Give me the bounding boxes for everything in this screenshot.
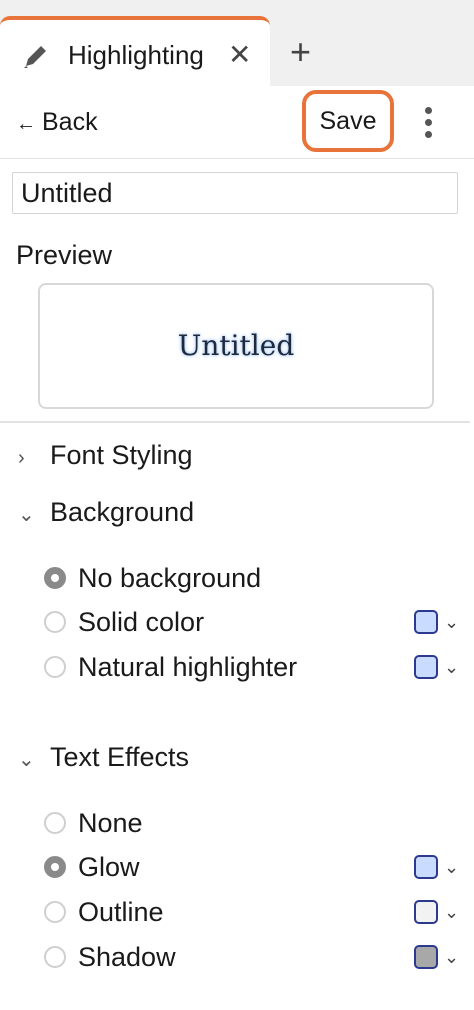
tab-title: Highlighting [68,40,204,70]
pencil-icon [24,46,46,68]
option-no-background[interactable]: No background [44,560,464,600]
option-label[interactable]: None [78,805,143,841]
color-picker[interactable]: ⌄ [414,945,466,973]
section-text-effects[interactable]: ⌄ Text Effects [18,740,189,777]
close-icon[interactable]: ✕ [228,40,251,70]
chevron-down-icon: ⌄ [444,857,460,877]
option-label[interactable]: Shadow [78,939,176,975]
option-solid-color[interactable]: Solid color ⌄ [44,604,464,644]
color-swatch [414,855,438,879]
color-picker[interactable]: ⌄ [414,610,466,638]
chevron-down-icon: ⌄ [444,612,460,632]
chevron-down-icon: ⌄ [18,504,35,526]
chevron-down-icon: ⌄ [444,657,460,677]
preview-box: Untitled [38,283,434,409]
color-picker[interactable]: ⌄ [414,855,466,883]
kebab-icon[interactable] [418,104,438,140]
option-glow[interactable]: Glow ⌄ [44,849,464,889]
color-swatch [414,945,438,969]
option-natural-highlighter[interactable]: Natural highlighter ⌄ [44,649,464,689]
section-font-styling[interactable]: › Font Styling [18,438,193,475]
color-picker[interactable]: ⌄ [414,655,466,683]
preview-sample: Untitled [177,329,295,362]
arrow-left-icon: ← [16,113,36,135]
radio-button[interactable] [44,856,66,878]
radio-button[interactable] [44,946,66,968]
radio-button[interactable] [44,656,66,678]
new-tab-button[interactable]: + [290,32,311,72]
option-label[interactable]: No background [78,560,261,596]
option-label[interactable]: Natural highlighter [78,649,297,685]
chevron-down-icon: ⌄ [444,947,460,967]
name-input[interactable] [12,172,458,214]
tab-bar: Highlighting ✕ + [0,0,474,86]
option-outline[interactable]: Outline ⌄ [44,894,464,934]
color-picker[interactable]: ⌄ [414,900,466,928]
radio-button[interactable] [44,901,66,923]
chevron-down-icon: ⌄ [18,749,35,771]
back-label: Back [42,108,98,136]
tab-highlighting[interactable]: Highlighting ✕ [0,16,270,86]
option-label[interactable]: Glow [78,849,140,885]
section-label: Background [50,497,195,527]
option-none[interactable]: None [44,805,464,845]
option-label[interactable]: Solid color [78,604,204,640]
color-swatch [414,610,438,634]
option-shadow[interactable]: Shadow ⌄ [44,939,464,979]
section-label: Text Effects [50,742,190,772]
color-swatch [414,900,438,924]
save-button[interactable]: Save [302,90,394,152]
chevron-right-icon: › [18,447,25,469]
radio-button[interactable] [44,611,66,633]
option-label[interactable]: Outline [78,894,164,930]
section-label: Font Styling [50,440,193,470]
chevron-down-icon: ⌄ [444,902,460,922]
radio-button[interactable] [44,812,66,834]
radio-button[interactable] [44,567,66,589]
preview-label: Preview [16,240,113,270]
toolbar: ← Back Save [0,86,474,159]
color-swatch [414,655,438,679]
section-background[interactable]: ⌄ Background [18,495,194,532]
divider [0,421,470,423]
back-button[interactable]: ← Back [16,106,98,140]
